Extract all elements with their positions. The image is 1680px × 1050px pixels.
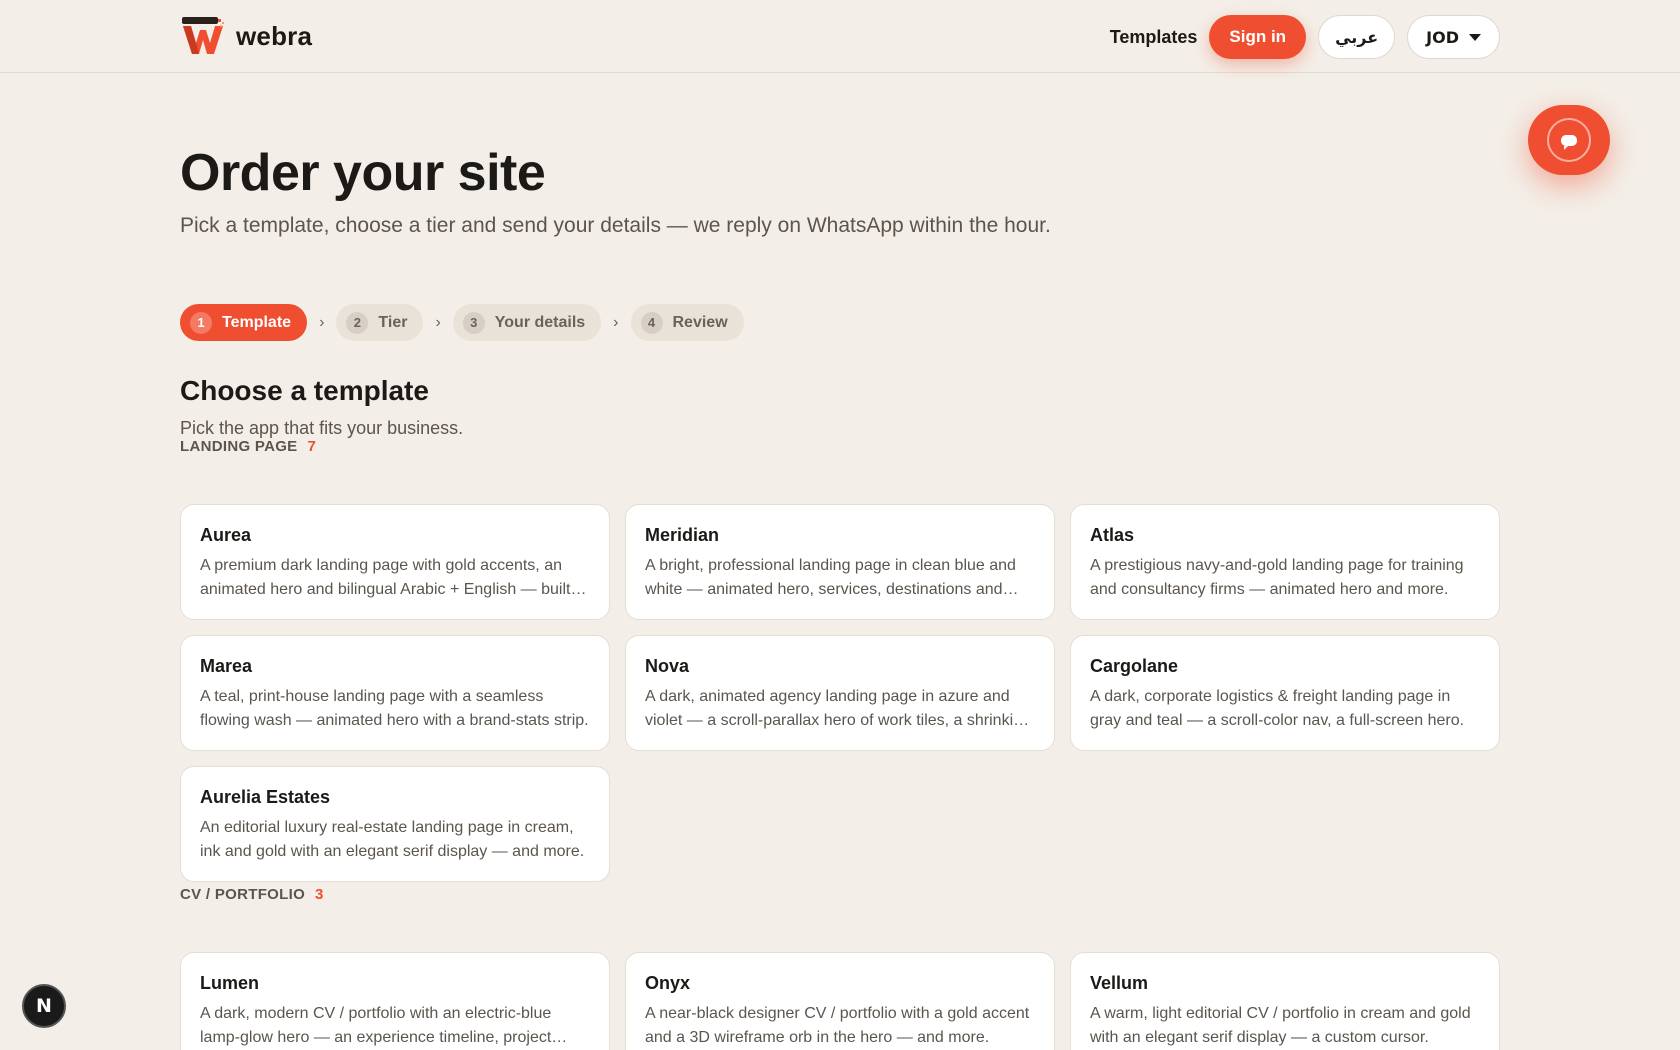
template-description: A premium dark landing page with gold ac…: [200, 557, 571, 598]
step-number: 1: [190, 311, 212, 334]
templates-link[interactable]: Templates: [1110, 27, 1198, 48]
template-description: A near-black designer CV / portfolio wit…: [645, 1005, 1030, 1046]
template-grid-cv-portfolio: Lumen A dark, modern CV / portfolio with…: [180, 952, 1500, 1050]
step-label: Review: [672, 313, 728, 331]
step-number: 2: [346, 311, 369, 334]
template-card-aurelia-estates[interactable]: Aurelia Estates An editorial luxury real…: [180, 766, 610, 882]
template-name: Marea: [200, 656, 253, 676]
template-description: A warm, light editorial CV / portfolio i…: [1090, 1005, 1471, 1046]
sign-in-button[interactable]: Sign in: [1209, 15, 1307, 59]
template-description: A bright, professional landing page in c…: [645, 557, 1016, 598]
section-title: Choose a template: [180, 375, 429, 406]
brand-logo[interactable]: webra: [180, 16, 312, 56]
top-nav: Templates Sign in عربي JOD: [1110, 15, 1500, 59]
group-label-text: CV / PORTFOLIO: [180, 886, 306, 903]
nextjs-dev-badge[interactable]: N: [22, 984, 66, 1028]
template-card-aurea[interactable]: Aurea A premium dark landing page with g…: [180, 504, 610, 620]
webra-w-logo-icon: [180, 16, 226, 56]
step-number: 4: [640, 311, 663, 334]
chat-button[interactable]: [1528, 105, 1610, 175]
template-name: Atlas: [1090, 525, 1135, 545]
template-card-onyx[interactable]: Onyx A near-black designer CV / portfoli…: [625, 952, 1055, 1050]
template-card-atlas[interactable]: Atlas A prestigious navy-and-gold landin…: [1070, 504, 1500, 620]
step-tier[interactable]: 2 Tier: [336, 304, 424, 341]
template-name: Lumen: [200, 973, 260, 993]
group-count: 3: [315, 886, 324, 903]
brand-name: webra: [236, 20, 313, 51]
template-name: Meridian: [645, 525, 720, 545]
step-review[interactable]: 4 Review: [630, 304, 744, 341]
step-label: Tier: [378, 313, 408, 331]
site-header: webra Templates Sign in عربي JOD: [0, 0, 1680, 73]
step-label: Your details: [494, 313, 586, 331]
template-card-cargolane[interactable]: Cargolane A dark, corporate logistics & …: [1070, 635, 1500, 751]
step-your-details[interactable]: 3 Your details: [452, 304, 602, 341]
template-card-nova[interactable]: Nova A dark, animated agency landing pag…: [625, 635, 1055, 751]
step-number: 3: [462, 311, 485, 334]
currency-value: JOD: [1426, 27, 1459, 47]
template-name: Cargolane: [1090, 656, 1179, 676]
template-name: Nova: [645, 656, 690, 676]
template-card-meridian[interactable]: Meridian A bright, professional landing …: [625, 504, 1055, 620]
page-title: Order your site: [180, 144, 546, 202]
template-name: Aurelia Estates: [200, 787, 331, 807]
step-label: Template: [222, 313, 292, 331]
template-description: A prestigious navy-and-gold landing page…: [1090, 557, 1464, 598]
group-label-text: LANDING PAGE: [180, 438, 298, 455]
template-name: Vellum: [1090, 973, 1149, 993]
step-separator-icon: ›: [613, 313, 619, 331]
currency-select[interactable]: JOD: [1407, 15, 1500, 59]
group-label-landing-page: LANDING PAGE 7: [180, 438, 316, 455]
chat-bubble-icon: [1547, 118, 1591, 162]
section-subtitle: Pick the app that fits your business.: [180, 418, 464, 438]
group-label-cv-portfolio: CV / PORTFOLIO 3: [180, 886, 324, 903]
template-description: An editorial luxury real-estate landing …: [200, 819, 585, 860]
template-name: Onyx: [645, 973, 691, 993]
template-description: A teal, print-house landing page with a …: [200, 688, 589, 729]
group-count: 7: [307, 438, 317, 455]
template-name: Aurea: [200, 525, 252, 545]
language-toggle-button[interactable]: عربي: [1318, 15, 1396, 59]
step-separator-icon: ›: [319, 313, 325, 331]
chevron-down-icon: [1469, 33, 1481, 41]
template-grid-landing-page: Aurea A premium dark landing page with g…: [180, 504, 1500, 882]
template-card-vellum[interactable]: Vellum A warm, light editorial CV / port…: [1070, 952, 1500, 1050]
template-card-marea[interactable]: Marea A teal, print-house landing page w…: [180, 635, 610, 751]
order-stepper: 1 Template › 2 Tier › 3 Your details › 4…: [180, 304, 744, 341]
template-description: A dark, modern CV / portfolio with an el…: [200, 1005, 552, 1046]
template-description: A dark, corporate logistics & freight la…: [1090, 688, 1465, 729]
template-card-lumen[interactable]: Lumen A dark, modern CV / portfolio with…: [180, 952, 610, 1050]
page-subtitle: Pick a template, choose a tier and send …: [180, 214, 1051, 237]
step-separator-icon: ›: [435, 313, 441, 331]
step-template[interactable]: 1 Template: [180, 304, 308, 341]
template-description: A dark, animated agency landing page in …: [645, 688, 1031, 729]
